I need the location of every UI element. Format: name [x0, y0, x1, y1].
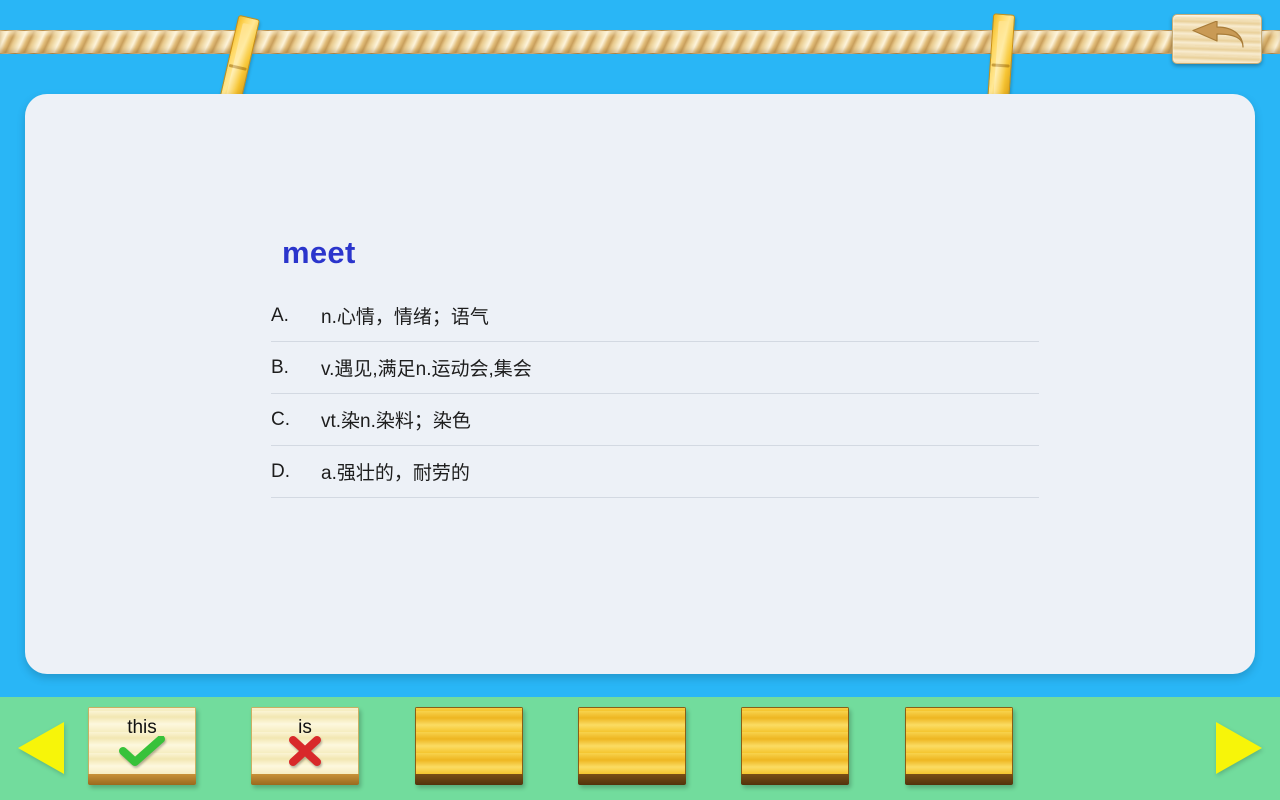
app-root: meet A. n.心情，情绪；语气 B. v.遇见,满足n.运动会,集会 C.…	[0, 0, 1280, 800]
option-letter-d: D.	[271, 460, 290, 482]
quiz-card-panel: meet A. n.心情，情绪；语气 B. v.遇见,满足n.运动会,集会 C.…	[25, 94, 1255, 674]
options-list: A. n.心情，情绪；语气 B. v.遇见,满足n.运动会,集会 C. vt.染…	[271, 290, 1039, 498]
answer-card-5[interactable]	[741, 707, 849, 785]
option-row-a[interactable]: A. n.心情，情绪；语气	[271, 290, 1039, 342]
cross-icon	[251, 736, 359, 771]
option-text-d: a.强壮的，耐劳的	[321, 463, 470, 484]
back-button[interactable]	[1172, 14, 1262, 64]
option-letter-a: A.	[271, 304, 289, 326]
answer-card-track: this is	[88, 707, 1188, 789]
option-row-b[interactable]: B. v.遇见,满足n.运动会,集会	[271, 342, 1039, 394]
answer-card-1[interactable]: this	[88, 707, 196, 785]
wood-card-base	[88, 774, 196, 785]
option-text-b: v.遇见,满足n.运动会,集会	[321, 359, 532, 380]
triangle-left-icon[interactable]	[18, 722, 64, 774]
option-letter-c: C.	[271, 408, 290, 430]
wood-card-base	[415, 774, 523, 785]
wood-plank-texture	[415, 707, 523, 774]
option-row-d[interactable]: D. a.强壮的，耐劳的	[271, 446, 1039, 498]
answer-card-3[interactable]	[415, 707, 523, 785]
answer-card-2[interactable]: is	[251, 707, 359, 785]
wood-plank-texture	[741, 707, 849, 774]
clothespin-right	[986, 13, 1016, 107]
answer-card-6[interactable]	[905, 707, 1013, 785]
wood-plank-texture	[905, 707, 1013, 774]
page-title: meet	[282, 235, 356, 270]
clothesline-rope	[0, 30, 1280, 54]
check-icon	[88, 735, 196, 771]
option-text-a: n.心情，情绪；语气	[321, 307, 489, 328]
wood-plank-texture	[578, 707, 686, 774]
answer-card-4[interactable]	[578, 707, 686, 785]
wood-card-base	[251, 774, 359, 785]
option-text-c: vt.染n.染料；染色	[321, 411, 471, 432]
option-row-c[interactable]: C. vt.染n.染料；染色	[271, 394, 1039, 446]
triangle-right-icon[interactable]	[1216, 722, 1262, 774]
option-letter-b: B.	[271, 356, 289, 378]
wood-card-base	[578, 774, 686, 785]
wood-card-base	[905, 774, 1013, 785]
wood-card-base	[741, 774, 849, 785]
